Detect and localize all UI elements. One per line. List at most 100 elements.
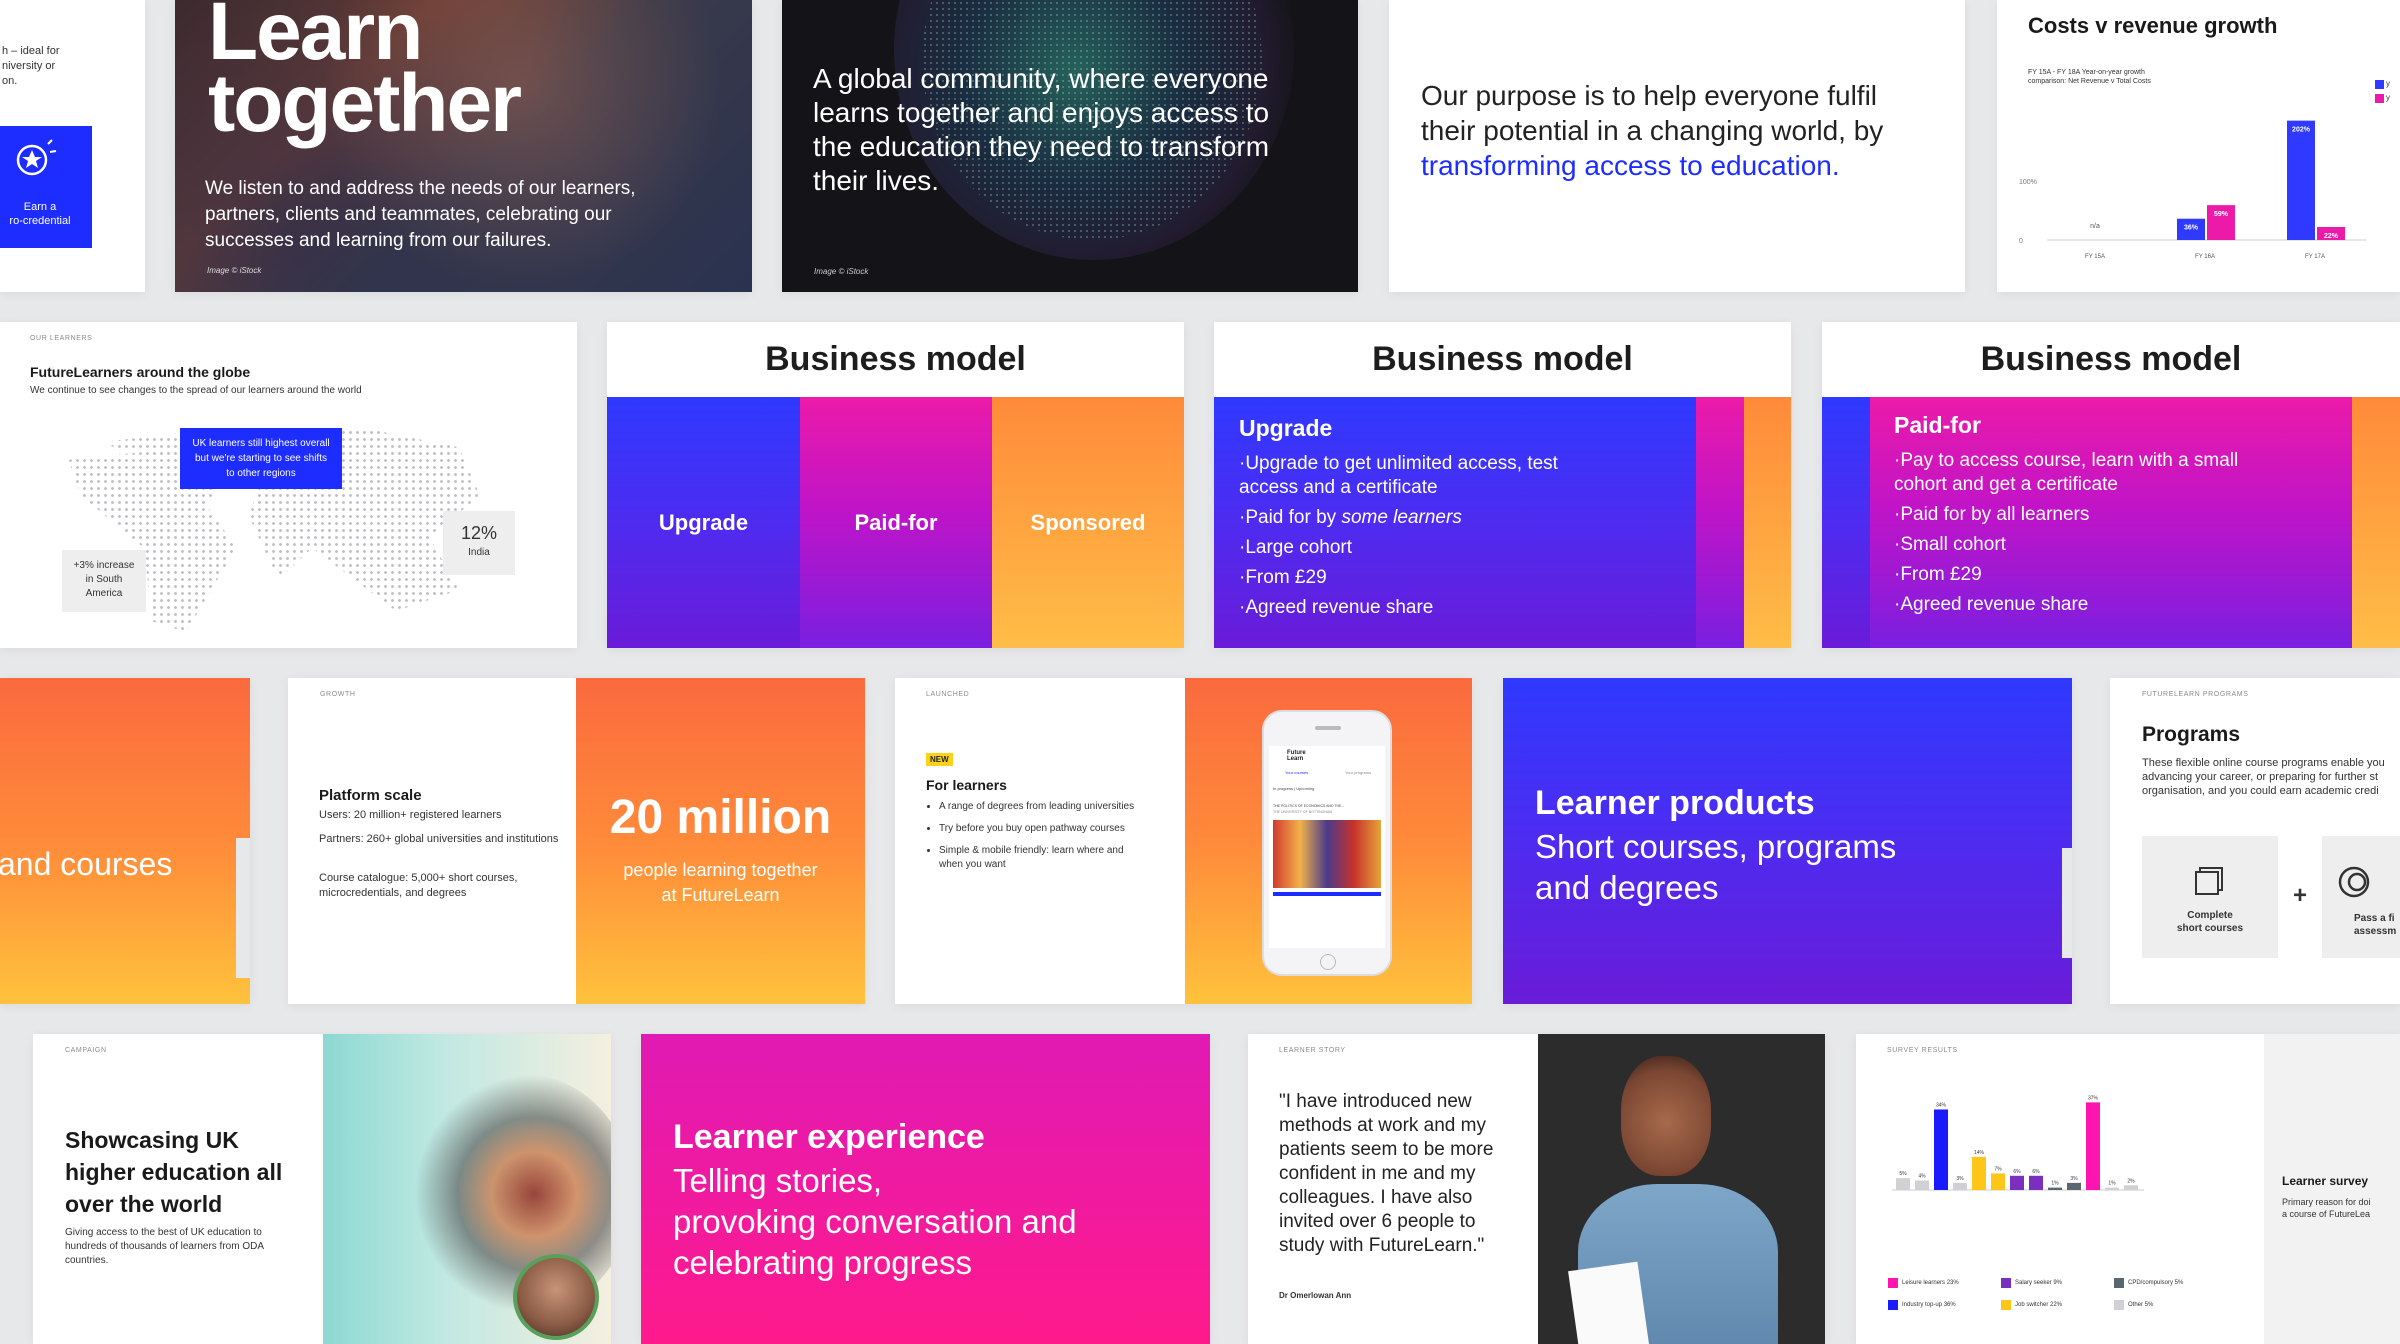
list-item: ·Large cohort: [1239, 537, 1353, 558]
testimonial-author: Dr Omerlowan Ann: [1279, 1291, 1352, 1300]
legend-item: Job switcher 22%: [2001, 1300, 2062, 1310]
slide-learner-story[interactable]: LEARNER STORY "I have introduced new met…: [1248, 1034, 1825, 1344]
x-tick-label: FY 16A: [2195, 254, 2215, 260]
star-medal-icon: [16, 139, 57, 176]
col-upgrade: Upgrade: [607, 397, 800, 648]
legend-label-1: y: [2386, 79, 2390, 88]
survey-bar: [2029, 1175, 2043, 1190]
legend-label-2: y: [2386, 93, 2390, 102]
legend-swatch: [2114, 1278, 2124, 1288]
slide-survey-results[interactable]: SURVEY RESULTS 5% 4% 34% 3% 14% 7% 6% 6% 1% 3% 37%…: [1856, 1034, 2400, 1344]
survey-bar: [2010, 1175, 2024, 1190]
list-item: Try before you buy open pathway courses: [939, 822, 1139, 836]
legend-label: Other 5%: [2128, 1302, 2154, 1308]
data-label: 37%: [2088, 1095, 2099, 1101]
legend-swatch: [1888, 1300, 1898, 1310]
india-label: India: [468, 547, 490, 558]
list-item: ·From £29: [1239, 567, 1327, 588]
slide-purpose[interactable]: Our purpose is to help everyone fulfil t…: [1389, 0, 1965, 292]
paidfor-list: ·Pay to access course, learn with a smal…: [1894, 449, 2274, 623]
slide-programs[interactable]: FUTURELEARN PROGRAMS Programs These flex…: [2110, 678, 2400, 1004]
slide-title: FutureLearners around the globe: [30, 364, 251, 380]
slide-notch: [236, 838, 250, 978]
data-label: 6%: [2013, 1169, 2021, 1175]
slide-business-model-upgrade[interactable]: Business model Upgrade ·Upgrade to get u…: [1214, 322, 1791, 648]
plus-sign: +: [2293, 882, 2308, 909]
slide-top-text: h – ideal for niversity or on.: [2, 45, 60, 87]
slide-body: These flexible online course programs en…: [2142, 757, 2385, 797]
section-label: FUTURELEARN PROGRAMS: [2142, 691, 2249, 698]
section-label: GROWTH: [320, 691, 356, 698]
list-item: ·Pay to access course, learn with a smal…: [1894, 450, 2239, 495]
slide-body: We listen to and address the needs of ou…: [205, 178, 636, 251]
slide-learn-together[interactable]: Learn together We listen to and address …: [175, 0, 752, 292]
slide-heading: Platform scale: [319, 787, 422, 804]
phone-tab-programs: Your programs: [1345, 770, 1372, 775]
survey-bar: [1953, 1182, 1967, 1190]
pink-strip: [1696, 397, 1744, 648]
slide-costs-revenue[interactable]: Costs v revenue growth FY 15A - FY 18A Y…: [1997, 0, 2400, 292]
slide-campaign[interactable]: CAMPAIGN Showcasing UK higher education …: [33, 1034, 611, 1344]
phone-course-title: THE POLITICS OF ECONOMICS AND THE...: [1273, 804, 1345, 808]
section-label: CAMPAIGN: [65, 1047, 107, 1054]
slide-body: A global community, where everyone learn…: [813, 63, 1270, 196]
legend-label: Industry top-up 36%: [1902, 1302, 1956, 1308]
slide-platform-scale[interactable]: GROWTH Platform scale Users: 20 million+…: [288, 678, 865, 1004]
data-label: 3%: [2070, 1176, 2078, 1182]
slide-for-learners[interactable]: LAUNCHED NEW For learners A range of deg…: [895, 678, 1472, 1004]
data-label: 3%: [1956, 1176, 1964, 1182]
learner-photo: [1538, 1034, 1825, 1344]
slide-learner-products[interactable]: Learner products Short courses, programs…: [1503, 678, 2072, 1004]
slide-body: Primary reason for doi a course of Futur…: [2282, 1197, 2371, 1219]
person-avatar: [513, 1254, 599, 1340]
microcredential-badge: Earn a ro-credential: [0, 126, 92, 248]
data-label: 2%: [2127, 1178, 2135, 1184]
legend-item: Industry top-up 36%: [1888, 1300, 1956, 1310]
phone-progress-bar: [1273, 892, 1381, 896]
legend-item: Other 5%: [2114, 1300, 2153, 1310]
certificate: [1568, 1261, 1650, 1344]
data-label: 6%: [2032, 1169, 2040, 1175]
phone-home-button: [1320, 954, 1336, 970]
south-america-stat: +3% increase in South America: [62, 550, 146, 612]
slide-global-community[interactable]: A global community, where everyone learn…: [782, 0, 1358, 292]
slide-learner-experience[interactable]: Learner experience Telling stories, prov…: [641, 1034, 1210, 1344]
legend-swatch: [2001, 1300, 2011, 1310]
card-label: Pass a fi assessm: [2354, 913, 2397, 937]
survey-bar: [2105, 1187, 2119, 1190]
data-label: 59%: [2214, 211, 2229, 218]
legend-swatch: [2114, 1300, 2124, 1310]
slide-microcredential[interactable]: h – ideal for niversity or on. Earn a ro…: [0, 0, 145, 292]
blue-strip: [1822, 397, 1870, 648]
survey-bar: [1934, 1109, 1948, 1190]
india-percent: 12%: [460, 523, 498, 543]
slide-courses[interactable]: and courses: [0, 678, 250, 1004]
features-list: A range of degrees from leading universi…: [939, 800, 1139, 872]
col-sponsored: Sponsored: [992, 397, 1184, 648]
chart-bar: [2287, 120, 2315, 240]
survey-bar: [2086, 1102, 2100, 1190]
survey-bar: [2067, 1182, 2081, 1190]
list-item: ·Paid for by all learners: [1894, 504, 2090, 525]
survey-bar: [1896, 1178, 1910, 1190]
col-paid-for: Paid-for: [800, 397, 992, 648]
partners-text: Partners: 260+ global universities and i…: [319, 833, 559, 845]
survey-bar: [1991, 1173, 2005, 1190]
data-label: 1%: [2051, 1181, 2059, 1187]
uk-callout: UK learners still highest overall but we…: [180, 428, 342, 489]
y-tick-label: 100%: [2019, 179, 2037, 186]
phone-logo: Future Learn: [1287, 750, 1306, 762]
slide-learners-globe[interactable]: OUR LEARNERS FutureLearners around the g…: [0, 322, 577, 648]
slide-business-model-1[interactable]: Business model Upgrade Paid-for Sponsore…: [607, 322, 1184, 648]
slide-business-model-paidfor[interactable]: Business model Paid-for ·Pay to access c…: [1822, 322, 2400, 648]
data-label: 22%: [2324, 233, 2339, 240]
phone-status: In progress | Upcoming: [1273, 786, 1315, 791]
orange-strip: [1744, 397, 1791, 648]
y-tick-label: 0: [2019, 238, 2023, 245]
list-item: ·Paid for by some learners: [1239, 507, 1462, 528]
slide-title: Business model: [765, 340, 1026, 378]
data-label: 34%: [1936, 1102, 1947, 1108]
phone-screen: Future Learn Your courses Your programs …: [1269, 746, 1385, 948]
legend-item: CPD/compulsory 5%: [2114, 1278, 2183, 1288]
slide-title: Business model: [1372, 340, 1633, 378]
